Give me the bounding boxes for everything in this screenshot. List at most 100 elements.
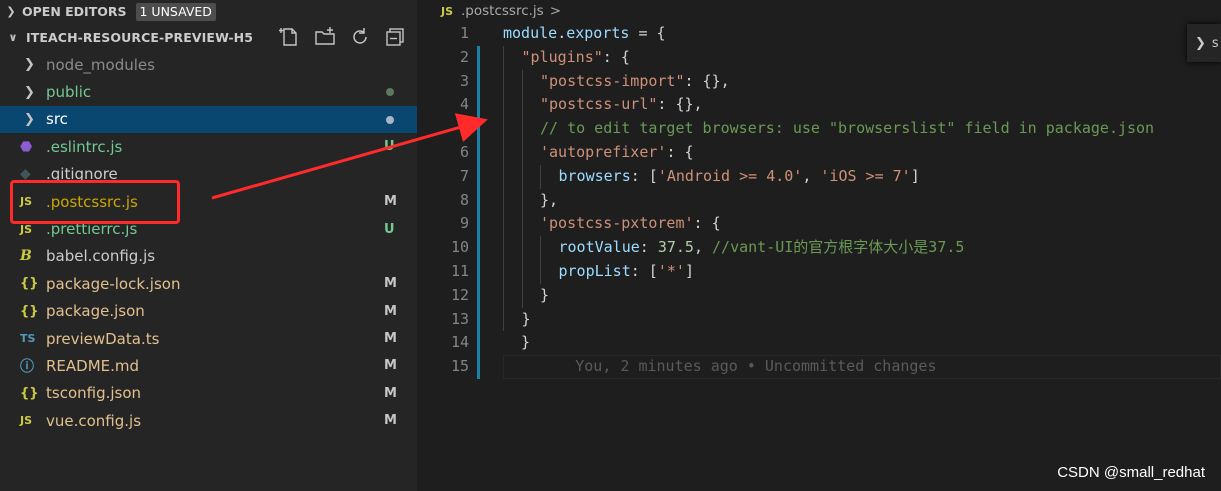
code-token: ] bbox=[684, 261, 694, 280]
git-status-badge: M bbox=[384, 276, 397, 292]
peek-label: s bbox=[1211, 35, 1219, 51]
indent-guide bbox=[521, 212, 523, 237]
tree-item-label: previewData.ts bbox=[46, 329, 160, 348]
open-editors-header[interactable]: ❯ OPEN EDITORS 1 UNSAVED bbox=[0, 0, 417, 23]
indent-guide bbox=[521, 259, 523, 284]
line-number: 5 bbox=[459, 119, 469, 138]
code-token: 'iOS >= 7' bbox=[820, 166, 911, 185]
code-line[interactable]: 'postcss-pxtorem': { bbox=[503, 212, 1154, 237]
code-line[interactable]: propList: ['*'] bbox=[503, 259, 1154, 284]
tree-item-package-lock[interactable]: {} package-lock.json M bbox=[0, 270, 417, 297]
code-line[interactable]: rootValue: 37.5, //vant-UI的官方根字体大小是37.5 bbox=[503, 236, 1154, 260]
git-change-bar[interactable] bbox=[477, 46, 480, 379]
code-token: } bbox=[503, 333, 531, 352]
watermark: CSDN @small_redhat bbox=[1057, 464, 1205, 481]
js-file-icon: JS bbox=[441, 4, 454, 18]
indent-guide bbox=[521, 236, 523, 260]
code-token: 'autoprefixer' bbox=[540, 142, 667, 161]
tree-item-babel-config[interactable]: B babel.config.js bbox=[0, 243, 417, 270]
json-file-icon: {} bbox=[20, 303, 39, 319]
code-token: 'postcss-pxtorem' bbox=[540, 214, 694, 233]
code-token: 37.5 bbox=[657, 238, 694, 257]
code-token: : bbox=[639, 238, 658, 257]
code-line[interactable]: } bbox=[503, 307, 1154, 332]
chevron-right-icon: ❯ bbox=[1195, 35, 1206, 51]
tree-item-vue-config[interactable]: JS vue.config.js M bbox=[0, 407, 417, 434]
chevron-right-icon: ❯ bbox=[24, 84, 35, 100]
refresh-icon[interactable] bbox=[349, 26, 374, 48]
code-line[interactable]: } bbox=[503, 283, 1154, 308]
code-token: "postcss-import" bbox=[540, 71, 685, 90]
line-number: 2 bbox=[459, 47, 469, 66]
line-number: 13 bbox=[450, 309, 469, 328]
indent-guide bbox=[521, 140, 523, 165]
line-number: 14 bbox=[450, 333, 469, 352]
code-line[interactable]: } bbox=[503, 331, 1154, 355]
code-token: : [ bbox=[630, 166, 658, 185]
code-token: 'Android >= 4.0' bbox=[657, 166, 803, 185]
code-token: . bbox=[557, 24, 567, 42]
ts-file-icon: TS bbox=[20, 332, 36, 346]
tree-item-public[interactable]: ❯ public bbox=[0, 78, 417, 105]
code-token: // to edit target browsers: use "browser… bbox=[540, 119, 1155, 138]
js-file-icon: JS bbox=[20, 222, 33, 236]
indent-guide bbox=[503, 259, 504, 284]
git-status-badge: M bbox=[384, 303, 397, 319]
code-line[interactable]: "plugins": { bbox=[503, 45, 1154, 70]
new-folder-icon[interactable] bbox=[314, 26, 339, 48]
line-number: 15 bbox=[450, 357, 469, 376]
tree-item-src[interactable]: ❯ src bbox=[0, 105, 417, 134]
tree-item-tsconfig[interactable]: {} tsconfig.json M bbox=[0, 380, 417, 407]
tree-item-node-modules[interactable]: ❯ node_modules bbox=[0, 51, 417, 78]
indent-guide bbox=[521, 69, 523, 94]
git-status-badge: M bbox=[384, 385, 397, 401]
code-line[interactable]: 'autoprefixer': { bbox=[503, 140, 1154, 165]
line-number: 1 bbox=[459, 24, 469, 42]
code-token: } bbox=[521, 309, 531, 328]
collapse-all-icon[interactable] bbox=[384, 26, 409, 48]
tree-item-package-json[interactable]: {} package.json M bbox=[0, 298, 417, 325]
code-line[interactable]: "postcss-import": {}, bbox=[503, 69, 1154, 94]
code-token: : {}, bbox=[657, 95, 703, 114]
code-line[interactable]: You, 2 minutes ago • Uncommitted changes bbox=[503, 355, 1154, 379]
code-token: : {}, bbox=[684, 71, 730, 90]
code-line[interactable]: "postcss-url": {}, bbox=[503, 93, 1154, 118]
indent-guide bbox=[540, 164, 541, 189]
code-area[interactable]: module.exports = {"plugins": {"postcss-i… bbox=[503, 22, 1154, 379]
indent-guide bbox=[503, 45, 504, 70]
line-number: 6 bbox=[459, 142, 469, 161]
breadcrumb-file[interactable]: .postcssrc.js bbox=[461, 3, 544, 19]
peek-panel[interactable]: ❯ s bbox=[1187, 24, 1221, 62]
line-number: 8 bbox=[459, 190, 469, 209]
code-line[interactable]: browsers: ['Android >= 4.0', 'iOS >= 7'] bbox=[503, 164, 1154, 189]
line-number: 4 bbox=[459, 95, 469, 114]
code-token: = { bbox=[629, 24, 666, 42]
tree-item-preview-data[interactable]: TS previewData.ts M bbox=[0, 325, 417, 352]
tree-item-label: package-lock.json bbox=[46, 274, 181, 293]
git-status-badge: M bbox=[384, 413, 397, 429]
chevron-right-icon: ❯ bbox=[24, 57, 35, 73]
code-token: '*' bbox=[657, 261, 685, 280]
open-editors-label: OPEN EDITORS bbox=[22, 4, 127, 19]
new-file-icon[interactable] bbox=[278, 26, 304, 48]
tree-item-label: tsconfig.json bbox=[46, 384, 142, 403]
code-token: : { bbox=[602, 47, 630, 66]
indent-guide bbox=[521, 117, 523, 141]
tree-item-label: README.md bbox=[46, 356, 140, 375]
code-token: "plugins" bbox=[521, 47, 603, 66]
code-line[interactable]: // to edit target browsers: use "browser… bbox=[503, 117, 1154, 141]
tree-item-readme[interactable]: ⓘ README.md M bbox=[0, 352, 417, 379]
code-editor[interactable]: JS .postcssrc.js > ❯ s 1 2 3 4 5 6 7 8 9 10 11 12 13… bbox=[417, 0, 1221, 491]
indent-guide bbox=[521, 93, 523, 118]
breadcrumb[interactable]: JS .postcssrc.js > bbox=[441, 0, 561, 22]
indent-guide bbox=[503, 69, 504, 94]
line-number: 7 bbox=[459, 166, 469, 185]
indent-guide bbox=[503, 188, 504, 213]
code-line[interactable]: }, bbox=[503, 188, 1154, 213]
code-line[interactable]: module.exports = { bbox=[503, 22, 1154, 46]
code-token: module bbox=[503, 24, 558, 42]
indent-guide bbox=[540, 259, 541, 284]
tree-item-eslintrc[interactable]: ⬣ .eslintrc.js U bbox=[0, 133, 417, 160]
code-token: , bbox=[693, 238, 713, 257]
project-header[interactable]: ∨ ITEACH-RESOURCE-PREVIEW-H5 bbox=[0, 23, 417, 51]
